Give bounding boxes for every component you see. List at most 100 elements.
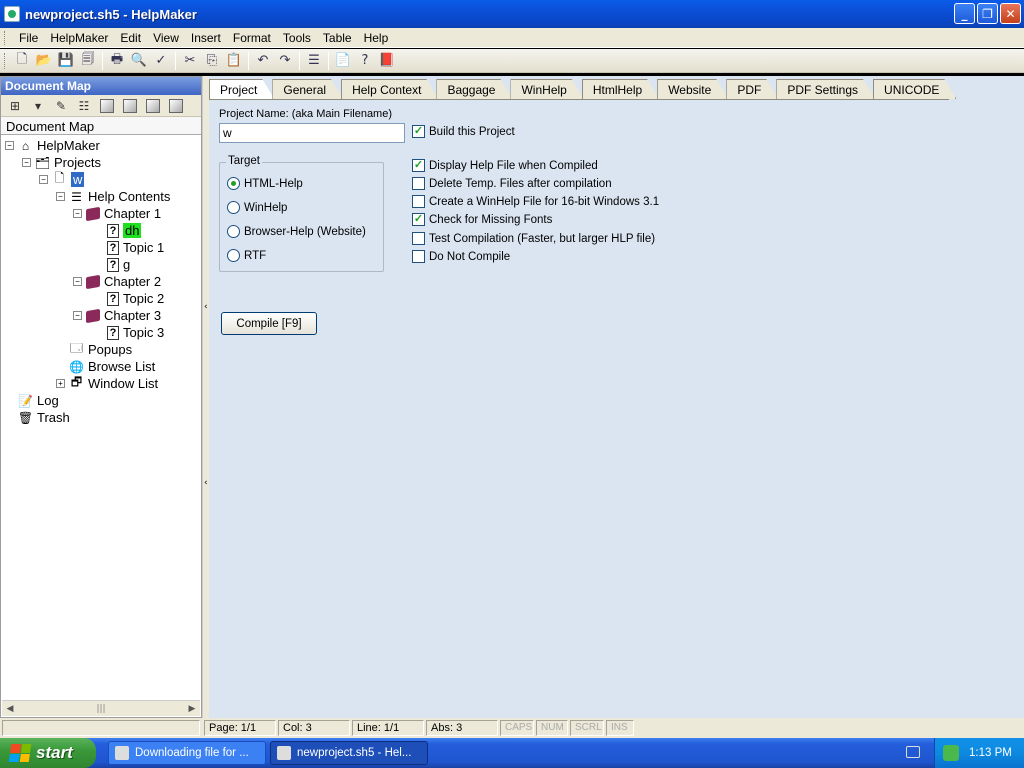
- new-topic-icon[interactable]: 📄: [332, 51, 354, 71]
- paste-icon[interactable]: 📋: [223, 51, 245, 71]
- edit-item-icon[interactable]: ✎: [51, 97, 71, 115]
- network-icon[interactable]: [943, 745, 959, 761]
- project-name-input[interactable]: w: [219, 123, 405, 143]
- collapse-icon[interactable]: −: [5, 141, 14, 150]
- tab-pdf-settings[interactable]: PDF Settings: [776, 79, 875, 99]
- taskbar-item-download[interactable]: Downloading file for ...: [108, 741, 266, 765]
- delete-temp-files-checkbox[interactable]: Delete Temp. Files after compilation: [412, 177, 612, 190]
- checkbox-box[interactable]: [412, 195, 425, 208]
- tree-item-topic-dh[interactable]: ? dh: [107, 222, 142, 239]
- target-browser-help-radio[interactable]: Browser-Help (Website): [227, 225, 366, 238]
- print-icon[interactable]: 🖶: [106, 51, 128, 71]
- save-icon[interactable]: 💾: [55, 51, 77, 71]
- tree-item-topic-2[interactable]: ? Topic 2: [107, 290, 164, 307]
- collapse-pane-icon[interactable]: ‹: [204, 478, 208, 488]
- tree-item-log[interactable]: 📝 Log: [18, 392, 59, 409]
- copy-icon[interactable]: ⎘: [201, 51, 223, 71]
- pane-splitter[interactable]: ‹ ‹: [202, 76, 209, 718]
- scroll-thumb[interactable]: |||: [18, 704, 184, 714]
- app-icon[interactable]: [4, 6, 20, 22]
- minimize-button[interactable]: _: [954, 3, 975, 24]
- toolbar-grip[interactable]: [4, 52, 7, 69]
- add-item-icon[interactable]: ⊞: [5, 97, 25, 115]
- list-icon[interactable]: ☷: [74, 97, 94, 115]
- tree-item-chapter-2[interactable]: − Chapter 2: [73, 273, 161, 290]
- checkbox-box[interactable]: ✓: [412, 159, 425, 172]
- checkbox-box[interactable]: ✓: [412, 213, 425, 226]
- move-last-icon[interactable]: [166, 97, 186, 115]
- tab-pdf[interactable]: PDF: [726, 79, 778, 99]
- scroll-right-icon[interactable]: ▶: [184, 701, 200, 716]
- properties-icon[interactable]: ☰: [303, 51, 325, 71]
- spellcheck-icon[interactable]: ✓: [150, 51, 172, 71]
- menu-format[interactable]: Format: [227, 31, 277, 45]
- restore-button[interactable]: ❐: [977, 3, 998, 24]
- tab-unicode[interactable]: UNICODE: [873, 79, 956, 99]
- radio-dot[interactable]: [227, 177, 240, 190]
- checkbox-box[interactable]: [412, 232, 425, 245]
- menu-view[interactable]: View: [147, 31, 185, 45]
- print-preview-icon[interactable]: 🔍: [128, 51, 150, 71]
- radio-dot[interactable]: [227, 225, 240, 238]
- checkbox-box[interactable]: [412, 250, 425, 263]
- create-winhelp-16bit-checkbox[interactable]: Create a WinHelp File for 16-bit Windows…: [412, 195, 659, 208]
- tree-item-window-list[interactable]: + 🗗 Window List: [56, 375, 158, 392]
- keyboard-icon[interactable]: [906, 746, 920, 758]
- tab-general[interactable]: General: [272, 79, 343, 99]
- cut-icon[interactable]: ✂: [179, 51, 201, 71]
- tab-htmlhelp[interactable]: HtmlHelp: [582, 79, 659, 99]
- tree-item-project-w[interactable]: − 🗋 w: [39, 171, 85, 188]
- menu-tools[interactable]: Tools: [277, 31, 317, 45]
- close-button[interactable]: ✕: [1000, 3, 1021, 24]
- check-missing-fonts-checkbox[interactable]: ✓ Check for Missing Fonts: [412, 213, 552, 226]
- build-project-checkbox[interactable]: ✓ Build this Project: [412, 125, 515, 138]
- menu-table[interactable]: Table: [317, 31, 358, 45]
- clock[interactable]: 1:13 PM: [969, 747, 1012, 759]
- radio-dot[interactable]: [227, 249, 240, 262]
- menubar-grip[interactable]: [4, 30, 7, 45]
- tree-item-helpmaker[interactable]: − ⌂ HelpMaker: [5, 137, 100, 154]
- do-not-compile-checkbox[interactable]: Do Not Compile: [412, 250, 510, 263]
- tree-item-popups[interactable]: 🗔 Popups: [69, 341, 132, 358]
- tree-item-topic-3[interactable]: ? Topic 3: [107, 324, 164, 341]
- taskbar-item-helpmaker[interactable]: newproject.sh5 - Hel...: [270, 741, 428, 765]
- horizontal-scrollbar[interactable]: ◀ ||| ▶: [2, 700, 200, 716]
- checkbox-box[interactable]: ✓: [412, 125, 425, 138]
- menu-file[interactable]: File: [13, 31, 44, 45]
- new-file-icon[interactable]: 🗋: [11, 51, 33, 71]
- move-first-icon[interactable]: [97, 97, 117, 115]
- collapse-icon[interactable]: −: [39, 175, 48, 184]
- scroll-left-icon[interactable]: ◀: [2, 701, 18, 716]
- book-icon[interactable]: 📕: [376, 51, 398, 71]
- tab-help-context[interactable]: Help Context: [341, 79, 438, 99]
- help-icon[interactable]: ?: [354, 51, 376, 71]
- target-winhelp-radio[interactable]: WinHelp: [227, 201, 287, 214]
- collapse-icon[interactable]: −: [56, 192, 65, 201]
- tab-website[interactable]: Website: [657, 79, 728, 99]
- target-html-help-radio[interactable]: HTML-Help: [227, 177, 303, 190]
- tree-item-trash[interactable]: 🗑 Trash: [18, 409, 70, 426]
- checkbox-box[interactable]: [412, 177, 425, 190]
- redo-icon[interactable]: ↷: [274, 51, 296, 71]
- tree-item-topic-1[interactable]: ? Topic 1: [107, 239, 164, 256]
- undo-icon[interactable]: ↶: [252, 51, 274, 71]
- start-button[interactable]: start: [0, 738, 96, 768]
- collapse-pane-icon[interactable]: ‹: [204, 302, 208, 312]
- menu-help[interactable]: Help: [358, 31, 395, 45]
- expand-icon[interactable]: +: [56, 379, 65, 388]
- collapse-icon[interactable]: −: [73, 277, 82, 286]
- tree-item-help-contents[interactable]: − ☰ Help Contents: [56, 188, 170, 205]
- test-compilation-checkbox[interactable]: Test Compilation (Faster, but larger HLP…: [412, 232, 655, 245]
- tab-baggage[interactable]: Baggage: [436, 79, 512, 99]
- save-all-icon[interactable]: 🗐: [77, 51, 99, 71]
- tree-item-chapter-3[interactable]: − Chapter 3: [73, 307, 161, 324]
- move-up-icon[interactable]: [120, 97, 140, 115]
- move-down-icon[interactable]: [143, 97, 163, 115]
- tree-item-chapter-1[interactable]: − Chapter 1: [73, 205, 161, 222]
- collapse-icon[interactable]: −: [73, 209, 82, 218]
- radio-dot[interactable]: [227, 201, 240, 214]
- menu-insert[interactable]: Insert: [185, 31, 227, 45]
- target-rtf-radio[interactable]: RTF: [227, 249, 266, 262]
- open-folder-icon[interactable]: 📂: [33, 51, 55, 71]
- tree-item-topic-g[interactable]: ? g: [107, 256, 130, 273]
